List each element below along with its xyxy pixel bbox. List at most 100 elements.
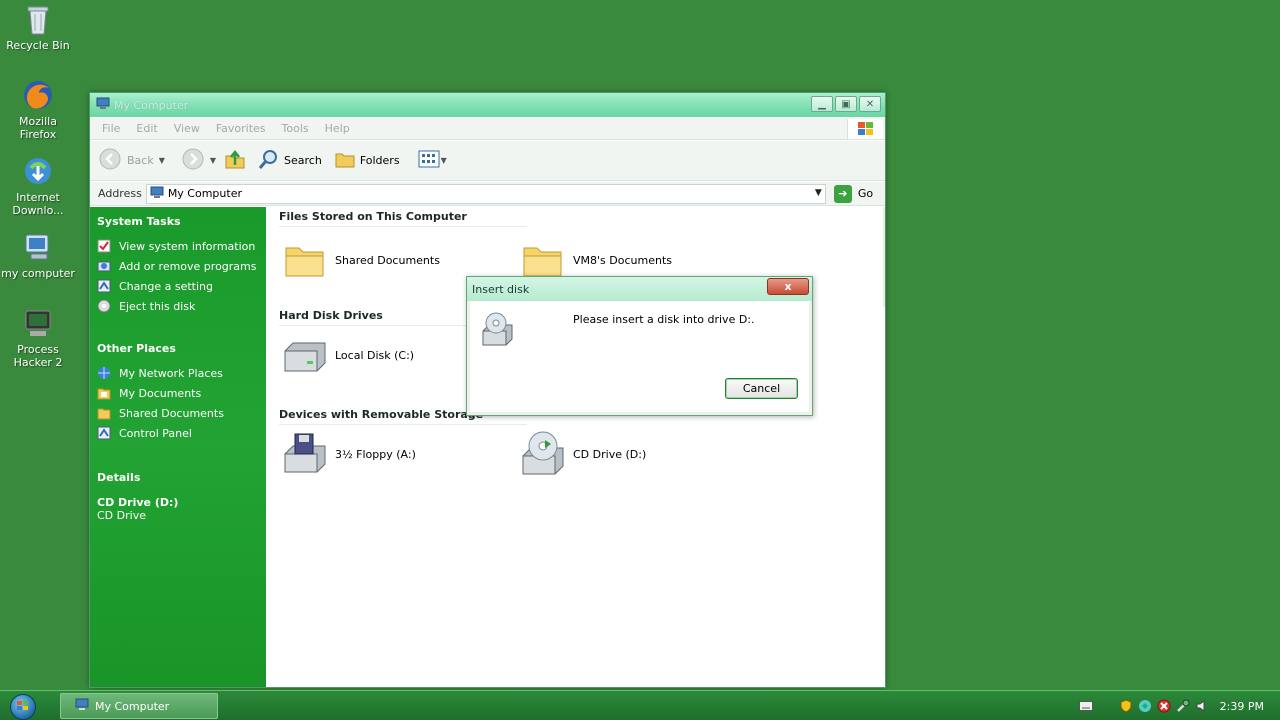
- place-shared-documents[interactable]: Shared Documents: [97, 403, 259, 423]
- network-places-icon: [97, 366, 111, 380]
- place-my-network-places[interactable]: My Network Places: [97, 363, 259, 383]
- insert-disk-dialog: Insert disk x Please insert a disk into …: [466, 276, 813, 416]
- item-local-disk-c[interactable]: Local Disk (C:): [281, 331, 414, 379]
- place-label: My Network Places: [119, 366, 223, 380]
- volume-icon[interactable]: [1195, 699, 1209, 713]
- menu-bar: File Edit View Favorites Tools Help: [90, 118, 885, 140]
- control-panel-icon: [97, 279, 111, 293]
- desktop-icon-internet-download-manager[interactable]: Internet Downlo...: [1, 154, 75, 217]
- item-label: Shared Documents: [335, 253, 440, 267]
- task-view-system-information[interactable]: View system information: [97, 236, 259, 256]
- details-item-type: CD Drive: [97, 509, 146, 522]
- folders-button[interactable]: Folders: [334, 149, 400, 172]
- tools-icon[interactable]: [1176, 699, 1190, 713]
- address-value: My Computer: [167, 187, 242, 200]
- task-add-remove-programs[interactable]: Add or remove programs: [97, 256, 259, 276]
- place-control-panel[interactable]: Control Panel: [97, 423, 259, 443]
- chevron-down-icon[interactable]: ▼: [815, 188, 822, 198]
- cd-drive-icon: [519, 430, 567, 478]
- alert-icon[interactable]: [1157, 699, 1171, 713]
- folder-icon: [281, 236, 329, 284]
- chevron-down-icon[interactable]: ▼: [159, 156, 165, 165]
- details-heading[interactable]: Details: [97, 471, 259, 484]
- up-folder-button[interactable]: [224, 148, 246, 173]
- taskbar-item-label: My Computer: [95, 699, 170, 713]
- other-places-heading[interactable]: Other Places: [97, 342, 259, 355]
- group-files-stored: Files Stored on This Computer: [279, 210, 527, 227]
- folders-icon: [334, 149, 356, 172]
- forward-button[interactable]: ▼: [181, 147, 216, 174]
- views-icon: [418, 149, 440, 172]
- maximize-button[interactable]: ▣: [835, 96, 857, 112]
- menu-view[interactable]: View: [166, 122, 208, 135]
- windows-logo-icon: [16, 700, 30, 715]
- menu-help[interactable]: Help: [317, 122, 358, 135]
- up-folder-icon: [224, 148, 246, 173]
- item-cd-drive-d[interactable]: CD Drive (D:): [519, 430, 646, 478]
- control-panel-icon: [97, 426, 111, 440]
- firefox-icon: [21, 78, 55, 112]
- maximize-icon: ▣: [841, 98, 851, 110]
- taskbar-item-my-computer[interactable]: My Computer: [60, 693, 218, 719]
- process-hacker-icon: [21, 306, 55, 340]
- dialog-close-button[interactable]: x: [767, 278, 809, 295]
- desktop-icon-process-hacker[interactable]: Process Hacker 2: [1, 306, 75, 369]
- views-button[interactable]: ▼: [418, 149, 447, 172]
- folders-label: Folders: [359, 154, 400, 167]
- back-label: Back: [127, 154, 154, 167]
- keyboard-icon[interactable]: [1078, 699, 1093, 713]
- menu-tools[interactable]: Tools: [274, 122, 317, 135]
- chevron-down-icon[interactable]: ▼: [210, 156, 216, 165]
- task-label: Change a setting: [119, 279, 213, 293]
- floppy-drive-icon: [281, 430, 329, 478]
- internet-download-manager-icon: [21, 154, 55, 188]
- search-button[interactable]: Search: [258, 148, 322, 173]
- desktop-icon-firefox[interactable]: Mozilla Firefox: [1, 78, 75, 141]
- close-button[interactable]: ✕: [859, 96, 881, 112]
- cancel-button[interactable]: Cancel: [725, 378, 798, 399]
- menu-edit[interactable]: Edit: [128, 122, 165, 135]
- window-titlebar[interactable]: My Computer ▁ ▣ ✕: [90, 93, 885, 117]
- my-computer-icon: [21, 230, 55, 264]
- scrollbar-edge: [883, 207, 885, 307]
- task-label: Add or remove programs: [119, 259, 257, 273]
- system-tray: 2:39 PM: [1078, 691, 1280, 720]
- desktop-icon-label: Recycle Bin: [6, 39, 70, 52]
- task-label: Eject this disk: [119, 299, 196, 313]
- chevron-down-icon[interactable]: ▼: [441, 156, 447, 165]
- item-floppy-a[interactable]: 3½ Floppy (A:): [281, 430, 416, 478]
- hard-disk-icon: [281, 331, 329, 379]
- place-label: Shared Documents: [119, 406, 224, 420]
- item-label: VM8's Documents: [573, 253, 672, 267]
- desktop-icon-recycle-bin[interactable]: Recycle Bin: [1, 2, 75, 52]
- taskbar-clock[interactable]: 2:39 PM: [1220, 700, 1264, 713]
- details-item-name: CD Drive (D:): [97, 496, 179, 509]
- shared-documents-icon: [97, 406, 111, 420]
- menu-favorites[interactable]: Favorites: [208, 122, 274, 135]
- dialog-titlebar[interactable]: Insert disk: [467, 277, 812, 301]
- close-icon: ✕: [865, 98, 875, 110]
- desktop-icon-my-computer[interactable]: my computer: [1, 230, 75, 280]
- item-shared-documents[interactable]: Shared Documents: [281, 236, 440, 284]
- go-button[interactable]: ➔ Go: [833, 184, 873, 203]
- dialog-title: Insert disk: [472, 282, 530, 296]
- task-label: View system information: [119, 239, 256, 253]
- forward-arrow-icon: [181, 147, 205, 174]
- my-computer-icon: [75, 698, 89, 714]
- minimize-button[interactable]: ▁: [811, 96, 833, 112]
- task-pane: System Tasks View system information Add…: [90, 207, 266, 687]
- place-label: My Documents: [119, 386, 202, 400]
- cancel-label: Cancel: [742, 382, 781, 395]
- start-button[interactable]: [10, 694, 36, 720]
- back-button[interactable]: Back ▼: [98, 147, 165, 174]
- my-computer-icon: [96, 97, 110, 113]
- security-shield-icon[interactable]: [1119, 699, 1133, 713]
- network-icon[interactable]: [1138, 699, 1152, 713]
- task-eject-this-disk[interactable]: Eject this disk: [97, 296, 259, 316]
- address-label: Address: [98, 187, 142, 200]
- address-input[interactable]: My Computer ▼: [145, 183, 826, 204]
- system-tasks-heading[interactable]: System Tasks: [97, 215, 259, 228]
- menu-file[interactable]: File: [94, 122, 128, 135]
- place-my-documents[interactable]: My Documents: [97, 383, 259, 403]
- task-change-a-setting[interactable]: Change a setting: [97, 276, 259, 296]
